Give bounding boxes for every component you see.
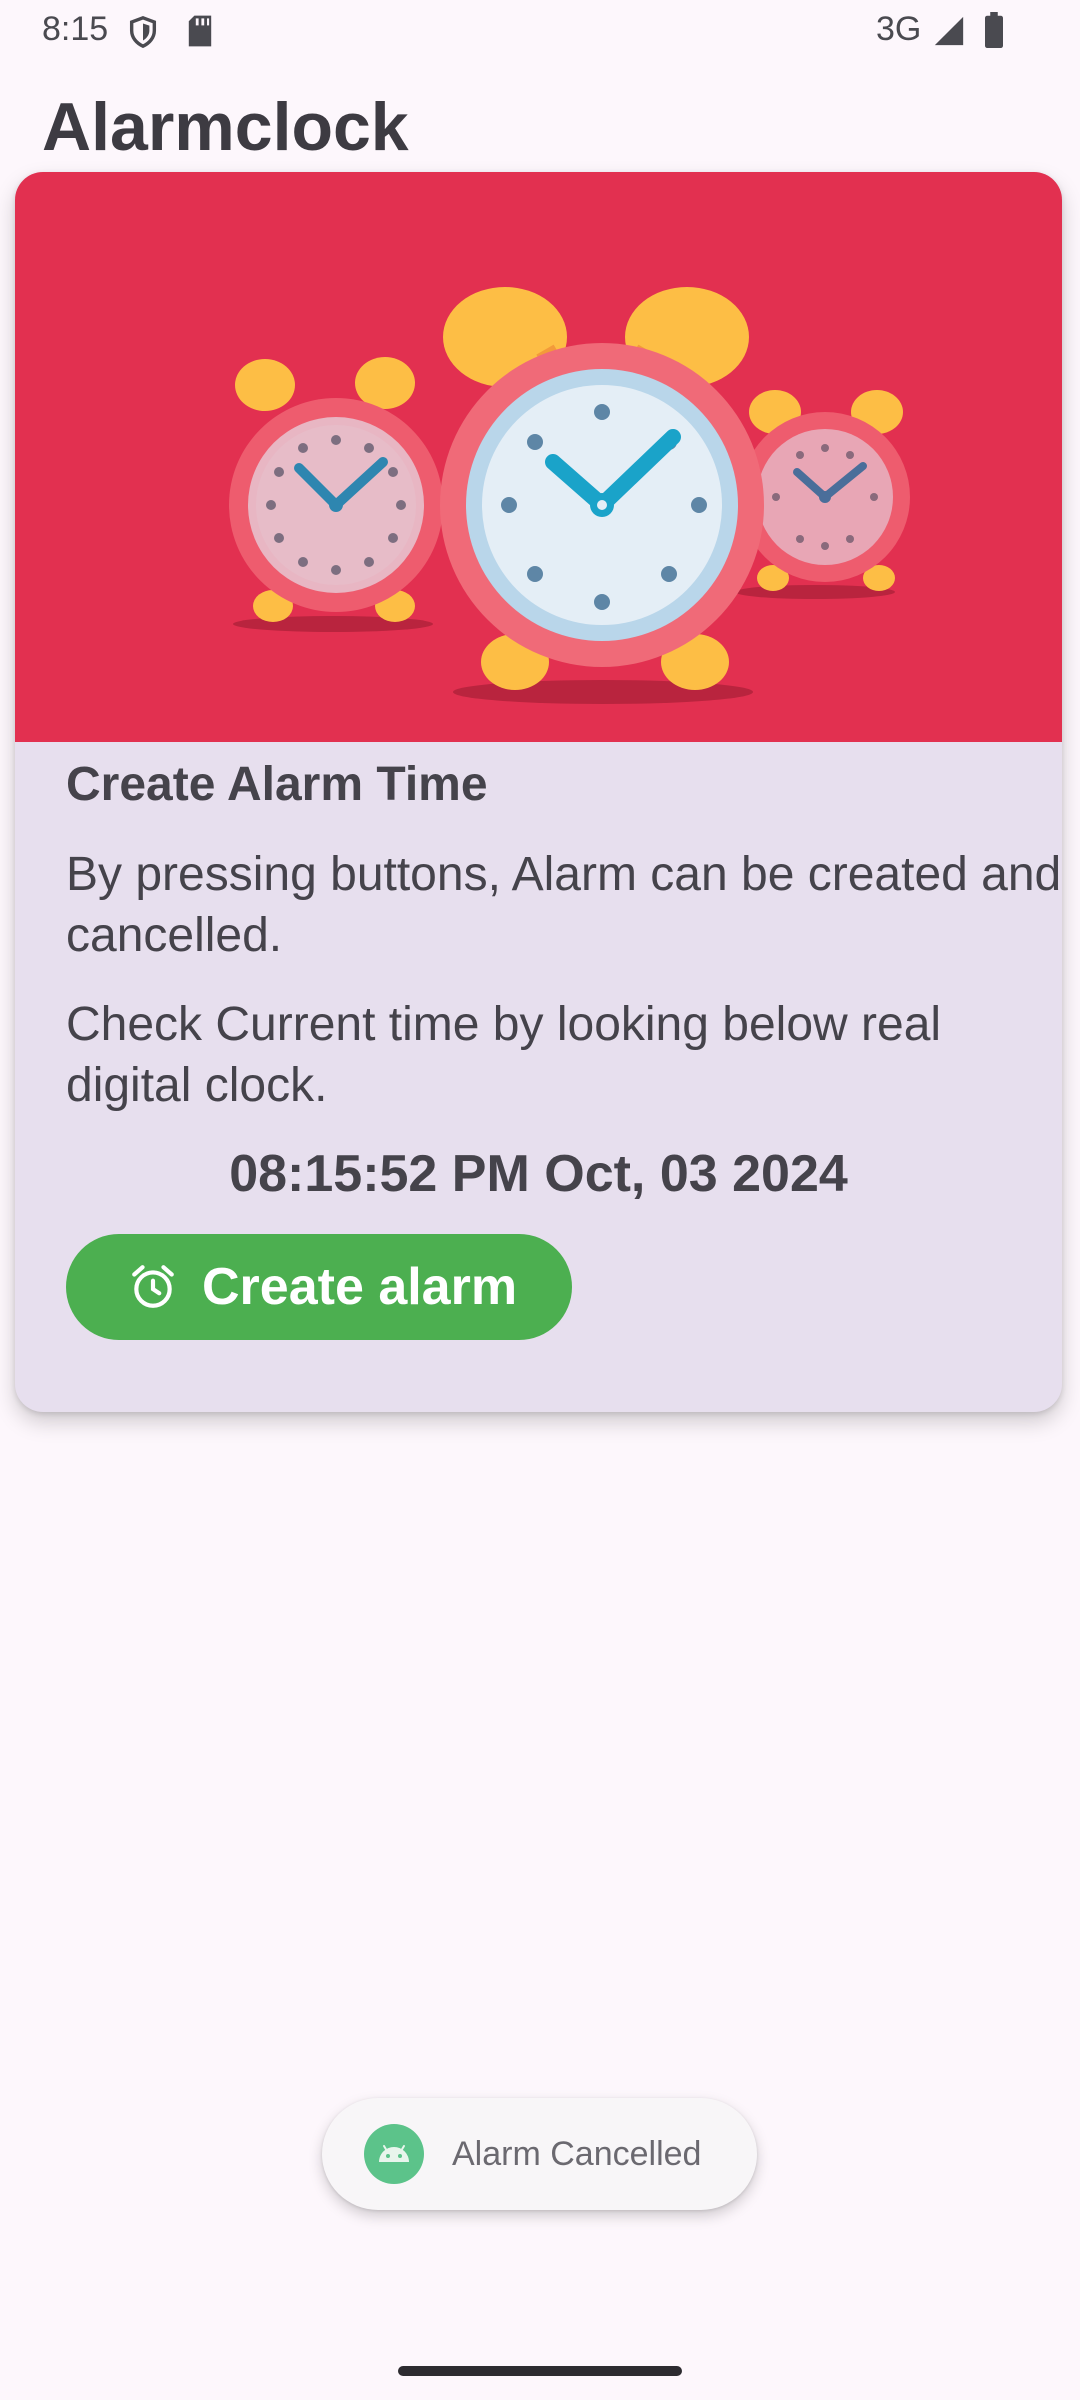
hero-image [15,172,1062,742]
battery-icon [985,12,1003,48]
signal-icon [934,16,964,46]
big-clock-center [440,287,764,704]
network-type: 3G [876,10,922,48]
status-bar: 8:15 3G [0,0,1080,62]
page-title: Alarmclock [42,89,409,165]
sd-card-icon [188,15,212,47]
screen: 8:15 3G Alarmclock Create Alarm Time By … [0,0,1080,2400]
shield-icon [129,16,157,49]
toast: Alarm Cancelled [322,2098,757,2210]
alarm-clocks-illustration [229,287,910,704]
digital-clock: 08:15:52 PM Oct, 03 2024 [229,1145,848,1203]
alarm-card: Create Alarm Time By pressing buttons, A… [15,172,1062,1412]
small-clock-left [229,357,443,632]
card-description: By pressing buttons, Alarm can be create… [66,848,1062,962]
android-icon [364,2124,424,2184]
gesture-nav-handle[interactable] [398,2366,682,2376]
status-time: 8:15 [42,10,109,48]
create-alarm-label: Create alarm [202,1258,518,1316]
clock-hint: Check Current time by looking below real… [66,998,942,1112]
toast-message: Alarm Cancelled [452,2134,702,2173]
alarm-clock-icon [132,1265,174,1308]
card-heading: Create Alarm Time [66,758,488,811]
create-alarm-button[interactable]: Create alarm [66,1234,572,1340]
